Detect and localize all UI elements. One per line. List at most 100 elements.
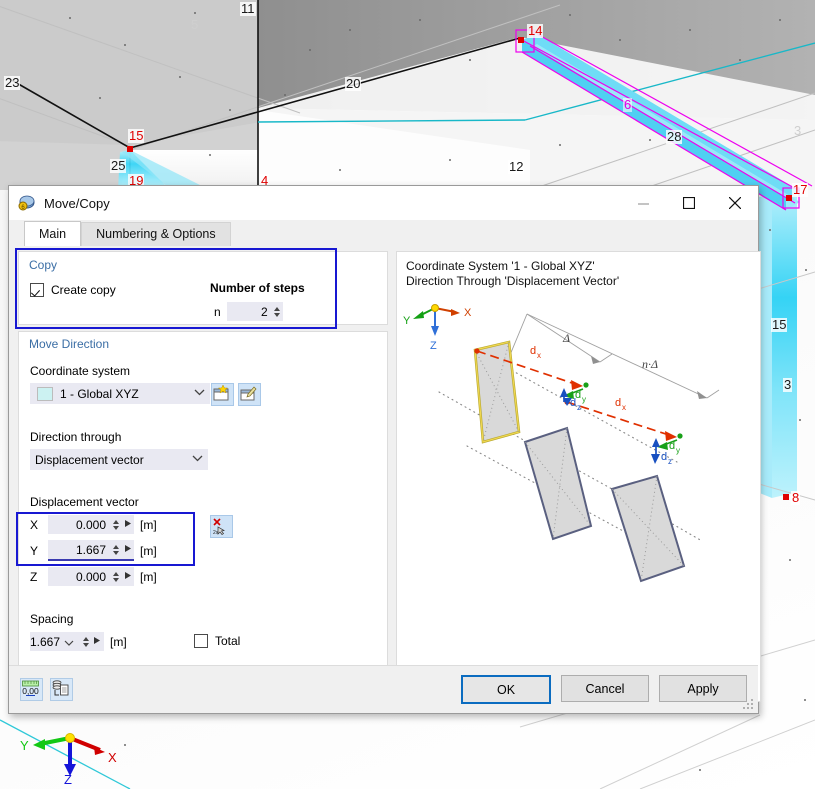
copy-group-label: Copy — [29, 258, 58, 272]
viewport-label: 17 — [792, 182, 809, 197]
displacement-vector-rows: X 0.000 [m] Y 1.667 [m] Z 0.000 [m] — [30, 515, 157, 593]
svg-text:y: y — [676, 446, 680, 455]
displacement-vector-row-x: X 0.000 [m] — [30, 515, 157, 534]
create-copy-checkbox[interactable]: Create copy — [30, 283, 116, 297]
displacement-y-spinner[interactable] — [110, 543, 121, 557]
svg-text:0,00: 0,00 — [22, 686, 39, 696]
displacement-vector-label: Displacement vector — [30, 495, 139, 509]
axis-label-x: X — [30, 517, 39, 532]
number-of-steps-input[interactable]: 2 — [226, 302, 283, 321]
displacement-y-unit: [m] — [140, 543, 157, 558]
number-format-icon[interactable]: 0,00 — [20, 678, 43, 701]
number-of-steps-label: Number of steps — [210, 281, 305, 295]
direction-through-combo[interactable]: Displacement vector — [30, 449, 208, 470]
right-column: Coordinate System '1 - Global XYZ' Direc… — [396, 246, 761, 702]
coordinate-system-combo[interactable]: 1 - Global XYZ — [30, 383, 210, 404]
displacement-y-more-icon[interactable] — [121, 544, 134, 555]
displacement-x-unit: [m] — [140, 517, 157, 532]
number-of-steps-spinner[interactable] — [272, 305, 283, 319]
viewport-label: 14 — [527, 23, 544, 38]
svg-text:y: y — [582, 395, 586, 404]
dialog-body: Copy Create copy Number of steps n 2 Mov… — [9, 246, 761, 702]
spacing-chevron-down-icon[interactable] — [64, 635, 80, 649]
displacement-z-spinner[interactable] — [110, 570, 121, 584]
dialog-titlebar[interactable]: 6 Move/Copy — [9, 186, 758, 220]
displacement-z-unit: [m] — [140, 569, 157, 584]
total-checkbox[interactable]: Total — [194, 634, 240, 648]
svg-text:x: x — [622, 403, 626, 412]
displacement-x-value: 0.000 — [75, 517, 106, 532]
spacing-more-icon[interactable] — [91, 636, 104, 647]
resize-grip[interactable] — [743, 699, 755, 711]
move-copy-dialog[interactable]: 6 Move/Copy Main Numbering & Options Cop… — [8, 185, 761, 714]
displacement-x-input[interactable]: 0.000 — [48, 515, 134, 534]
displacement-z-value: 0.000 — [75, 569, 106, 584]
svg-text:z: z — [668, 457, 672, 466]
svg-text:d: d — [669, 440, 675, 452]
viewport-label: 25 — [110, 158, 127, 173]
coordinate-system-label: Coordinate system — [30, 364, 131, 378]
axis-label-y: Y — [30, 543, 39, 558]
ok-button[interactable]: OK — [461, 675, 551, 704]
viewport-label: 8 — [791, 490, 801, 505]
apply-button[interactable]: Apply — [659, 675, 747, 702]
svg-text:d: d — [615, 397, 621, 409]
svg-text:X: X — [464, 307, 472, 319]
spacing-value: 1.667 — [30, 634, 61, 649]
move-direction-panel: Move Direction Coordinate system 1 - Glo… — [18, 331, 388, 702]
direction-through-label: Direction through — [30, 430, 122, 444]
displacement-y-input[interactable]: 1.667 — [48, 540, 134, 561]
close-button[interactable] — [712, 186, 758, 220]
svg-text:z: z — [577, 403, 581, 412]
edit-coordinate-system-icon[interactable] — [238, 383, 261, 406]
minimize-button[interactable] — [620, 186, 666, 220]
viewport-label: 6 — [623, 97, 633, 112]
cancel-button[interactable]: Cancel — [561, 675, 649, 702]
coordinate-system-color-swatch — [37, 386, 53, 401]
n-delta-label: n·Δ — [642, 357, 658, 371]
svg-text:2x: 2x — [213, 530, 219, 535]
displacement-y-value: 1.667 — [75, 542, 106, 557]
viewport-label: 20 — [345, 76, 362, 91]
viewport-label: 12 — [508, 159, 525, 174]
displacement-z-input[interactable]: 0.000 — [48, 567, 134, 586]
displacement-vector-row-z: Z 0.000 [m] — [30, 567, 157, 586]
viewport-label: 15 — [771, 317, 788, 332]
preview-axis-gizmo: X Y Z — [403, 304, 472, 352]
coordinate-system-value: 1 - Global XYZ — [60, 386, 139, 401]
dialog-tabstrip[interactable]: Main Numbering & Options — [9, 220, 758, 246]
preview-title-line1: Coordinate System '1 - Global XYZ' — [406, 259, 595, 273]
tab-numbering-options[interactable]: Numbering & Options — [81, 222, 231, 246]
pick-two-points-icon[interactable]: 2x — [210, 515, 233, 538]
tab-main[interactable]: Main — [24, 221, 82, 246]
preview-title-line2: Direction Through 'Displacement Vector' — [406, 274, 620, 288]
svg-text:d: d — [530, 345, 536, 357]
direction-through-value: Displacement vector — [35, 452, 144, 467]
create-copy-label: Create copy — [51, 283, 116, 297]
viewport-label: 23 — [4, 75, 21, 90]
displacement-z-more-icon[interactable] — [121, 571, 134, 582]
chevron-down-icon[interactable] — [186, 454, 208, 465]
svg-text:d: d — [661, 451, 667, 463]
spacing-input[interactable]: 1.667 — [30, 632, 104, 651]
maximize-button[interactable] — [666, 186, 712, 220]
new-coordinate-system-icon[interactable] — [211, 383, 234, 406]
displacement-vector-row-y: Y 1.667 [m] — [30, 540, 157, 561]
dialog-action-buttons: OK Cancel Apply — [461, 675, 747, 704]
displacement-x-spinner[interactable] — [110, 518, 121, 532]
window-controls — [620, 186, 758, 220]
copy-to-clipboard-icon[interactable] — [50, 678, 73, 701]
chevron-down-icon[interactable] — [188, 388, 210, 399]
dialog-footer: 0,00 OK Cancel Apply — [9, 665, 758, 713]
preview-panel[interactable]: Coordinate System '1 - Global XYZ' Direc… — [396, 251, 761, 702]
spacing-unit: [m] — [110, 634, 127, 649]
shape-copy-2 — [610, 474, 686, 583]
number-of-steps-row: n 2 — [214, 302, 283, 321]
total-checkbox-box[interactable] — [194, 634, 208, 648]
displacement-x-more-icon[interactable] — [121, 519, 134, 530]
spacing-spinner[interactable] — [80, 635, 91, 649]
create-copy-checkbox-box[interactable] — [30, 283, 44, 297]
svg-text:x: x — [537, 351, 541, 360]
axis-gizmo: X Y Z — [20, 733, 117, 784]
shape-copy-1 — [523, 426, 593, 541]
